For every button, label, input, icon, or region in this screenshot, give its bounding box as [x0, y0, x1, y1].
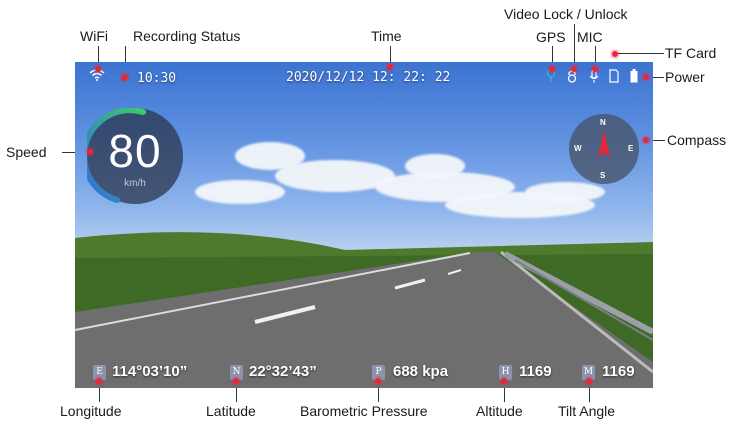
battery-icon — [630, 69, 638, 86]
marker-dot — [643, 137, 649, 143]
marker-dot — [586, 378, 592, 384]
callout-recording-status: Recording Status — [133, 28, 241, 44]
latitude-value: 22°32’43” — [249, 363, 317, 380]
callout-longitude: Longitude — [60, 403, 122, 419]
marker-dot — [96, 378, 102, 384]
callout-altitude: Altitude — [476, 403, 523, 419]
marker-dot — [643, 74, 649, 80]
marker-dot — [501, 378, 507, 384]
callout-compass: Compass — [667, 132, 727, 148]
callout-pressure: Barometric Pressure — [300, 403, 428, 419]
leader-line — [616, 53, 664, 54]
callout-speed: Speed — [6, 144, 47, 160]
tilt-value: 1169 — [602, 363, 635, 380]
callout-video-lock: Video Lock / Unlock — [504, 6, 628, 22]
callout-latitude: Latitude — [206, 403, 256, 419]
callout-time: Time — [371, 28, 402, 44]
callout-tf-card: TF Card — [665, 45, 717, 61]
speed-gauge: 80 km/h — [87, 108, 183, 204]
callout-power: Power — [665, 69, 705, 85]
compass: N E S W — [569, 114, 639, 184]
marker-dot — [549, 66, 555, 72]
marker-dot — [571, 66, 577, 72]
status-bar: 10:30 2020/12/12 12: 22: 22 — [75, 62, 653, 92]
marker-dot — [612, 51, 618, 57]
marker-dot — [375, 378, 381, 384]
pressure-value: 688 kpa — [393, 363, 449, 380]
marker-dot — [233, 378, 239, 384]
marker-dot — [95, 66, 101, 72]
callout-gps: GPS — [536, 29, 566, 45]
callout-tilt-angle: Tilt Angle — [558, 403, 616, 419]
longitude-value: 114°03’10” — [112, 363, 188, 380]
marker-dot — [592, 66, 598, 72]
speed-value: 80 — [108, 125, 162, 177]
datetime: 2020/12/12 12: 22: 22 — [286, 70, 451, 85]
telemetry-bar: E 114°03’10” N 22°32’43” P 688 kpa H 116… — [75, 358, 653, 388]
callout-mic: MIC — [577, 29, 603, 45]
marker-dot — [87, 149, 93, 155]
callout-wifi: WiFi — [80, 28, 108, 44]
compass-needle-icon — [598, 130, 610, 158]
altitude-value: 1169 — [519, 363, 552, 380]
tf-card-icon — [609, 69, 619, 86]
speed-unit: km/h — [124, 178, 146, 189]
marker-dot — [387, 64, 393, 70]
recording-time: 10:30 — [137, 71, 177, 86]
marker-dot — [122, 74, 128, 80]
dashcam-screen: 10:30 2020/12/12 12: 22: 22 80 km/h N E … — [75, 62, 653, 388]
